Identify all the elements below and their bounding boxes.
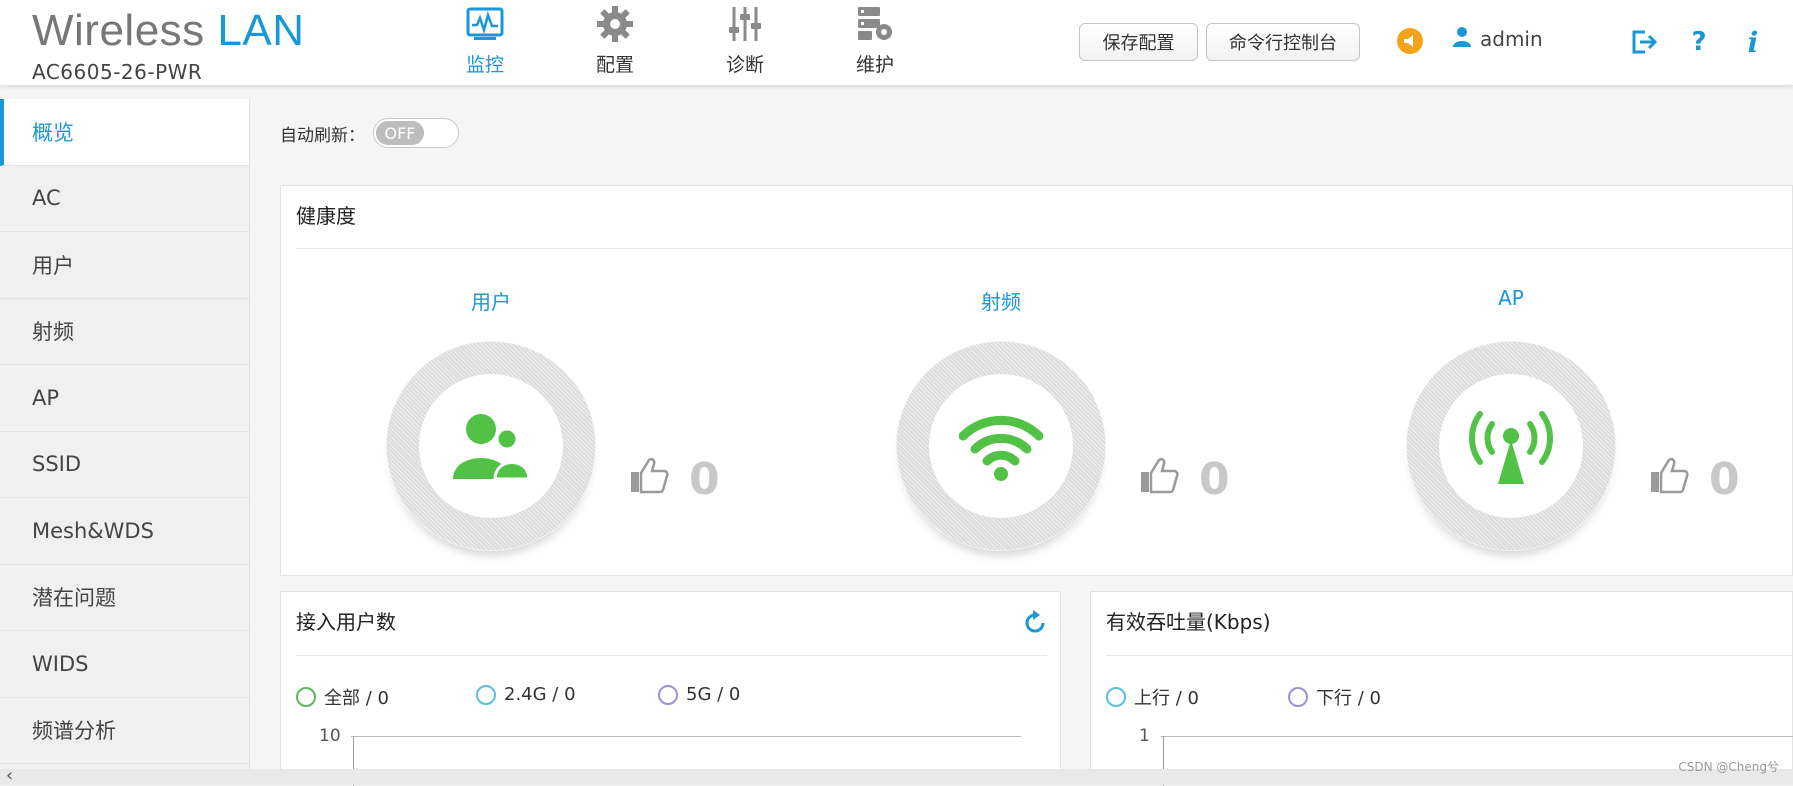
nav-diagnose[interactable]: 诊断 <box>680 0 810 86</box>
user-icon <box>1452 26 1472 52</box>
auto-refresh-label: 自动刷新： <box>280 125 365 146</box>
sidebar-item-overview[interactable]: 概览 <box>0 99 249 166</box>
health-card-radio: 射频 0 <box>791 186 1231 577</box>
sidebar-item-users[interactable]: 用户 <box>0 232 249 299</box>
nav-monitor[interactable]: 监控 <box>420 0 550 86</box>
legend-downstream[interactable]: 下行 / 0 <box>1288 684 1381 710</box>
help-icon[interactable]: ? <box>1685 27 1713 57</box>
thumbs-up-icon <box>1139 456 1179 496</box>
health-ring <box>896 341 1106 551</box>
legend-2-4g[interactable]: 2.4G / 0 <box>476 684 576 705</box>
legend-marker <box>658 684 678 705</box>
brand-title-wireless: Wireless <box>32 6 205 55</box>
users-icon <box>419 374 563 518</box>
sidebar: 概览 AC 用户 射频 AP SSID Mesh&WDS 潜在问题 WIDS 频… <box>0 99 250 769</box>
legend-label: 全部 / 0 <box>324 688 389 709</box>
username: admin <box>1480 27 1543 51</box>
health-ring <box>386 341 596 551</box>
sidebar-item-spectrum-analysis[interactable]: 频谱分析 <box>0 698 249 764</box>
sidebar-item-potential-issues[interactable]: 潜在问题 <box>0 565 249 631</box>
health-score: 0 <box>1709 454 1740 505</box>
brand: Wireless LAN AC6605-26-PWR <box>32 6 305 84</box>
brand-title-lan: LAN <box>217 6 305 55</box>
info-icon[interactable]: i <box>1739 26 1767 59</box>
throughput-title: 有效吞吐量(Kbps) <box>1106 610 1271 634</box>
y-axis-tick: 1 <box>1139 726 1150 746</box>
nav-maintain[interactable]: 维护 <box>810 0 940 86</box>
main-nav: 监控 配置 诊断 维护 <box>420 0 940 86</box>
access-users-title: 接入用户数 <box>296 610 396 634</box>
health-score: 0 <box>689 454 720 505</box>
legend-marker <box>476 684 496 705</box>
legend-marker <box>1288 687 1308 707</box>
alarm-icon[interactable] <box>1397 28 1423 54</box>
sidebar-item-ac[interactable]: AC <box>0 166 249 232</box>
scroll-left-icon[interactable]: ‹ <box>6 765 13 786</box>
legend-label: 上行 / 0 <box>1134 688 1199 709</box>
health-card-users: 用户 0 <box>281 186 721 577</box>
throughput-divider <box>1106 655 1793 656</box>
device-model: AC6605-26-PWR <box>32 60 203 84</box>
sidebar-item-ap[interactable]: AP <box>0 365 249 432</box>
nav-config[interactable]: 配置 <box>550 0 680 86</box>
maintenance-icon <box>854 4 896 44</box>
health-score: 0 <box>1199 454 1230 505</box>
y-axis-tick: 10 <box>319 726 341 746</box>
thumbs-up-icon <box>629 456 669 496</box>
watermark: CSDN @Cheng兮 <box>1678 760 1779 774</box>
thumbs-up-icon <box>1649 456 1689 496</box>
health-card-title: AP <box>1498 286 1524 310</box>
nav-monitor-label: 监控 <box>465 54 504 76</box>
antenna-icon <box>1439 374 1583 518</box>
sidebar-item-ssid[interactable]: SSID <box>0 432 249 498</box>
sidebar-item-mesh-wds[interactable]: Mesh&WDS <box>0 498 249 565</box>
wifi-icon <box>929 374 1073 518</box>
auto-refresh-state: OFF <box>376 121 424 145</box>
grid-line <box>351 736 1021 737</box>
legend-label: 下行 / 0 <box>1316 688 1381 709</box>
legend-marker <box>296 687 316 707</box>
health-panel: 健康度 用户 0 射频 0 AP 0 <box>280 185 1793 576</box>
grid-line <box>1161 736 1793 737</box>
gear-icon <box>594 4 636 44</box>
sidebar-item-wids[interactable]: WIDS <box>0 631 249 698</box>
refresh-icon[interactable] <box>1022 610 1048 636</box>
health-card-title: 用户 <box>471 290 511 314</box>
health-ring <box>1406 341 1616 551</box>
brand-title: Wireless LAN <box>32 6 305 56</box>
access-users-divider <box>296 655 1047 656</box>
sliders-icon <box>724 4 766 44</box>
legend-marker <box>1106 687 1126 707</box>
nav-diagnose-label: 诊断 <box>725 54 764 76</box>
user-menu[interactable]: admin <box>1452 26 1543 52</box>
nav-config-label: 配置 <box>595 54 634 76</box>
auto-refresh: 自动刷新： OFF <box>280 118 459 148</box>
legend-label: 5G / 0 <box>686 684 741 705</box>
legend-label: 2.4G / 0 <box>504 684 576 705</box>
auto-refresh-toggle[interactable]: OFF <box>373 118 459 148</box>
sidebar-item-radio[interactable]: 射频 <box>0 299 249 365</box>
logout-icon[interactable] <box>1630 27 1660 57</box>
nav-maintain-label: 维护 <box>855 54 894 76</box>
save-config-button[interactable]: 保存配置 <box>1079 23 1198 61</box>
legend-all[interactable]: 全部 / 0 <box>296 684 389 710</box>
cli-console-button[interactable]: 命令行控制台 <box>1206 23 1360 61</box>
top-header: Wireless LAN AC6605-26-PWR 监控 配置 诊断 维护 保… <box>0 0 1793 86</box>
horizontal-scrollbar[interactable]: ‹ <box>0 765 1793 786</box>
legend-upstream[interactable]: 上行 / 0 <box>1106 684 1199 710</box>
health-card-title: 射频 <box>981 290 1021 314</box>
access-users-panel: 接入用户数 全部 / 0 2.4G / 0 5G / 0 10 <box>280 591 1061 786</box>
throughput-panel: 有效吞吐量(Kbps) 上行 / 0 下行 / 0 1 <box>1090 591 1793 786</box>
legend-5g[interactable]: 5G / 0 <box>658 684 740 705</box>
health-card-ap: AP 0 <box>1301 186 1741 577</box>
monitor-icon <box>464 4 506 44</box>
